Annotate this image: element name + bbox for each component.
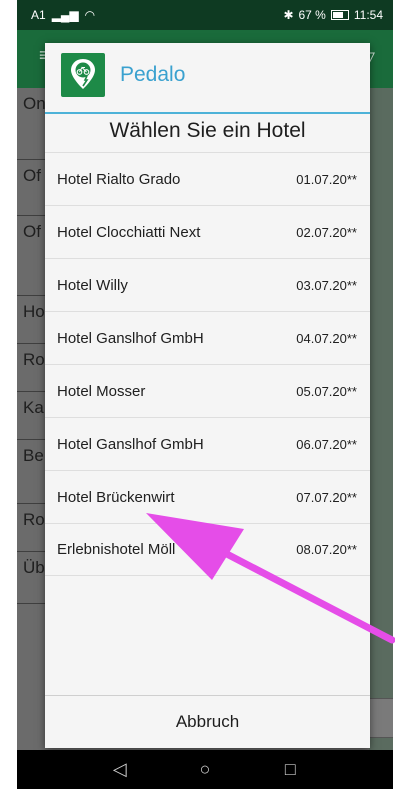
hotel-row[interactable]: Hotel Ganslhof GmbH 06.07.20** xyxy=(45,417,370,470)
wifi-icon: ◠ xyxy=(84,8,96,22)
hotel-date: 02.07.20** xyxy=(296,224,357,240)
hotel-row[interactable]: Hotel Brückenwirt 07.07.20** xyxy=(45,470,370,523)
hotel-name: Hotel Rialto Grado xyxy=(57,170,181,188)
hotel-row[interactable]: Hotel Ganslhof GmbH 04.07.20** xyxy=(45,311,370,364)
hotel-row[interactable]: Hotel Mosser 05.07.20** xyxy=(45,364,370,417)
hotel-name: Erlebnishotel Möll xyxy=(57,541,176,558)
hotel-name: Hotel Brückenwirt xyxy=(57,488,175,506)
brand-name: Pedalo xyxy=(120,63,186,86)
hotel-name: Hotel Mosser xyxy=(57,382,146,400)
hotel-name: Hotel Ganslhof GmbH xyxy=(57,435,204,453)
hotel-date: 01.07.20** xyxy=(296,171,357,187)
hotel-select-dialog: Pedalo Wählen Sie ein Hotel Hotel Rialto… xyxy=(45,43,370,748)
battery-icon xyxy=(330,10,349,20)
dialog-header: Pedalo xyxy=(45,43,370,113)
hotel-date: 07.07.20** xyxy=(296,489,357,505)
pedalo-logo-icon xyxy=(61,53,105,97)
navigation-bar: ◁ ○ □ xyxy=(17,750,393,789)
hotel-row[interactable]: Hotel Rialto Grado 01.07.20** xyxy=(45,152,370,205)
hotel-date: 04.07.20** xyxy=(296,330,357,346)
background-map xyxy=(369,88,393,750)
hotel-row[interactable]: Hotel Clocchiatti Next 02.07.20** xyxy=(45,205,370,258)
hotel-date: 03.07.20** xyxy=(296,277,357,293)
hotel-name: Hotel Clocchiatti Next xyxy=(57,223,201,241)
hotel-row[interactable]: Erlebnishotel Möll 08.07.20** xyxy=(45,523,370,576)
cancel-button[interactable]: Abbruch xyxy=(45,695,370,748)
hotel-date: 06.07.20** xyxy=(296,436,357,452)
hotel-row[interactable]: Hotel Willy 03.07.20** xyxy=(45,258,370,311)
signal-icon: ▂▄▆ xyxy=(51,8,79,22)
phone-screen: A1 ▂▄▆ ◠ ✱ 67 % 11:54 ≡ ▽ On Of Of Ho Ro… xyxy=(17,0,393,789)
hotel-name: Hotel Willy xyxy=(57,276,128,294)
carrier-label: A1 xyxy=(31,8,46,22)
hotel-date: 08.07.20** xyxy=(296,542,357,557)
dialog-title: Wählen Sie ein Hotel xyxy=(109,119,306,142)
back-icon[interactable]: ◁ xyxy=(108,759,132,780)
bluetooth-icon: ✱ xyxy=(283,8,294,22)
dialog-divider xyxy=(45,112,370,114)
status-bar: A1 ▂▄▆ ◠ ✱ 67 % 11:54 xyxy=(17,0,393,30)
recents-icon[interactable]: □ xyxy=(278,759,302,780)
battery-percent: 67 % xyxy=(298,8,326,22)
hotel-name: Hotel Ganslhof GmbH xyxy=(57,329,204,347)
hotel-date: 05.07.20** xyxy=(296,383,357,399)
home-icon[interactable]: ○ xyxy=(193,759,217,780)
clock: 11:54 xyxy=(353,8,383,22)
hotel-list: Hotel Rialto Grado 01.07.20** Hotel Cloc… xyxy=(45,152,370,576)
